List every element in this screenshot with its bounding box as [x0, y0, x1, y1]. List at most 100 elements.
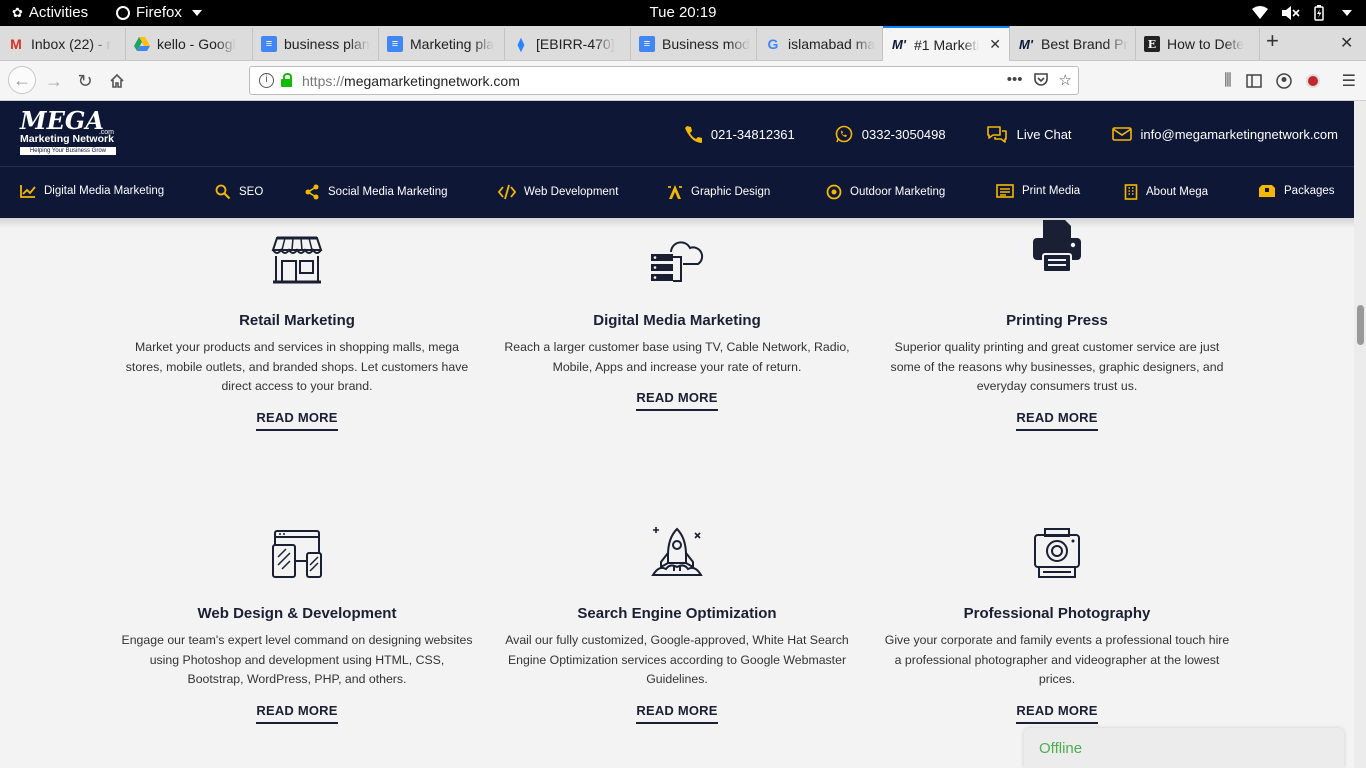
- service-title: Search Engine Optimization: [577, 605, 777, 622]
- back-arrow-icon: ←: [13, 69, 31, 90]
- reload-icon: ↻: [77, 70, 93, 91]
- url-text[interactable]: https://megamarketingnetwork.com: [302, 73, 520, 89]
- google-docs-icon: ≡: [387, 36, 403, 52]
- tab-business-model[interactable]: ≡ Business mod: [631, 28, 757, 60]
- read-more-link[interactable]: READ MORE: [1016, 703, 1098, 724]
- system-top-bar: ✿ Activities Firefox Tue 20:19: [0, 0, 1366, 26]
- read-more-link[interactable]: READ MORE: [256, 703, 338, 724]
- tab-how-to-detect[interactable]: E How to Dete: [1136, 28, 1260, 60]
- service-title: Digital Media Marketing: [593, 312, 761, 329]
- service-card-digital-media-marketing: Digital Media Marketing Reach a larger c…: [497, 226, 857, 411]
- page-scrollbar[interactable]: [1354, 101, 1366, 768]
- window-close-button[interactable]: ✕: [1340, 33, 1353, 53]
- service-description: Superior quality printing and great cust…: [890, 340, 1224, 393]
- reload-button[interactable]: ↻: [73, 69, 97, 93]
- nav-print-media[interactable]: Print Media: [996, 184, 1080, 198]
- system-tray[interactable]: [1252, 5, 1352, 21]
- nav-packages[interactable]: Packages: [1258, 184, 1335, 198]
- activities-button[interactable]: ✿ Activities: [12, 4, 88, 21]
- read-more-link[interactable]: READ MORE: [256, 410, 338, 431]
- tab-mega-marketing-active[interactable]: M' #1 Marketi ✕: [883, 26, 1010, 61]
- service-title: Web Design & Development: [197, 605, 397, 622]
- service-title: Retail Marketing: [239, 312, 355, 329]
- code-icon: [498, 184, 516, 200]
- service-description: Avail our fully customized, Google-appro…: [505, 633, 849, 686]
- app-menu-button[interactable]: Firefox: [116, 4, 202, 21]
- forward-arrow-icon: →: [45, 70, 63, 91]
- battery-icon: [1314, 5, 1324, 21]
- scrollbar-thumb[interactable]: [1357, 305, 1364, 345]
- service-card-web-design: Web Design & Development Engage our team…: [117, 519, 477, 724]
- tab-ebirr-470[interactable]: ⧫ [EBIRR-470]: [505, 28, 631, 60]
- tab-kello[interactable]: kello - Googl: [126, 28, 253, 60]
- clock[interactable]: Tue 20:19: [0, 4, 1366, 21]
- url-bar[interactable]: i https://megamarketingnetwork.com ••• ☆: [249, 66, 1079, 95]
- sidebar-icon[interactable]: [1245, 74, 1262, 88]
- service-card-printing-press: Printing Press Superior quality printing…: [877, 214, 1237, 431]
- nav-web-development[interactable]: Web Development: [498, 184, 618, 200]
- service-description: Engage our team's expert level command o…: [121, 633, 473, 686]
- printer-icon: [877, 214, 1237, 274]
- read-more-link[interactable]: READ MORE: [636, 390, 718, 411]
- site-logo[interactable]: MEGA Marketing Network .com Helping Your…: [20, 109, 116, 157]
- nav-outdoor-marketing[interactable]: Outdoor Marketing: [826, 184, 945, 200]
- forward-button[interactable]: →: [42, 69, 66, 93]
- instant-camera-icon: [877, 519, 1237, 579]
- envelope-icon: [1111, 127, 1132, 141]
- logo-com-text: .com: [98, 129, 114, 136]
- entrepreneur-icon: E: [1144, 36, 1160, 52]
- building-icon: [1124, 184, 1138, 200]
- hamburger-menu-icon[interactable]: ☰: [1342, 71, 1356, 91]
- service-card-seo: Search Engine Optimization Avail our ful…: [497, 519, 857, 724]
- email-link[interactable]: info@megamarketingnetwork.com: [1111, 126, 1338, 142]
- package-box-icon: [1259, 185, 1275, 197]
- read-more-link[interactable]: READ MORE: [1016, 410, 1098, 431]
- pen-tool-icon: [668, 185, 682, 199]
- tab-close-icon[interactable]: ✕: [989, 36, 1001, 53]
- service-description: Reach a larger customer base using TV, C…: [504, 340, 850, 374]
- chat-bubbles-icon: [986, 126, 1007, 143]
- tab-strip: M Inbox (22) - r kello - Googl ≡ busines…: [0, 26, 1366, 61]
- tab-marketing-plan[interactable]: ≡ Marketing pla: [379, 28, 505, 60]
- service-title: Professional Photography: [963, 605, 1151, 622]
- tray-menu-arrow-icon: [1342, 10, 1352, 16]
- nav-seo[interactable]: SEO: [215, 184, 263, 200]
- pocket-icon[interactable]: [1033, 71, 1049, 87]
- chevron-down-icon: [191, 9, 202, 16]
- volume-muted-icon: [1282, 6, 1300, 20]
- new-tab-button[interactable]: +: [1266, 28, 1279, 54]
- extension-icon[interactable]: [1305, 74, 1320, 88]
- service-card-photography: Professional Photography Give your corpo…: [877, 519, 1237, 724]
- nav-graphic-design[interactable]: Graphic Design: [667, 184, 770, 200]
- tab-inbox[interactable]: M Inbox (22) - r: [0, 28, 126, 60]
- read-more-link[interactable]: READ MORE: [636, 703, 718, 724]
- site-info-icon[interactable]: i: [259, 73, 274, 88]
- nav-social-media-marketing[interactable]: Social Media Marketing: [304, 184, 448, 200]
- chat-widget[interactable]: Offline: [1024, 728, 1344, 768]
- home-button[interactable]: [105, 69, 129, 93]
- library-icon[interactable]: ⫼: [1224, 72, 1231, 90]
- tab-business-plan[interactable]: ≡ business plan: [253, 28, 379, 60]
- share-icon: [305, 184, 319, 200]
- nav-digital-media-marketing[interactable]: Digital Media Marketing: [20, 184, 164, 198]
- storefront-icon: [117, 226, 477, 286]
- main-navigation: Digital Media Marketing SEO Social Media…: [0, 167, 1354, 218]
- contact-bar: 021-34812361 0332-3050498 Live Chat info…: [644, 125, 1338, 143]
- home-icon: [110, 73, 124, 88]
- live-chat-link[interactable]: Live Chat: [986, 125, 1072, 143]
- tab-islamabad[interactable]: G islamabad ma: [757, 28, 883, 60]
- nav-about-mega[interactable]: About Mega: [1124, 184, 1208, 200]
- service-title: Printing Press: [1006, 312, 1108, 329]
- tab-best-brand[interactable]: M' Best Brand Pr: [1010, 28, 1136, 60]
- page-actions-icon[interactable]: •••: [1007, 71, 1023, 89]
- account-icon[interactable]: [1275, 73, 1292, 89]
- whatsapp-link[interactable]: 0332-3050498: [835, 125, 946, 143]
- firefox-icon: [116, 5, 130, 20]
- phone-icon: [684, 126, 702, 143]
- bookmark-star-icon[interactable]: ☆: [1059, 71, 1072, 89]
- google-icon: G: [767, 36, 779, 52]
- back-button[interactable]: ←: [8, 66, 36, 94]
- phone-link[interactable]: 021-34812361: [684, 125, 795, 143]
- target-icon: [826, 184, 842, 200]
- newspaper-icon: [996, 184, 1014, 198]
